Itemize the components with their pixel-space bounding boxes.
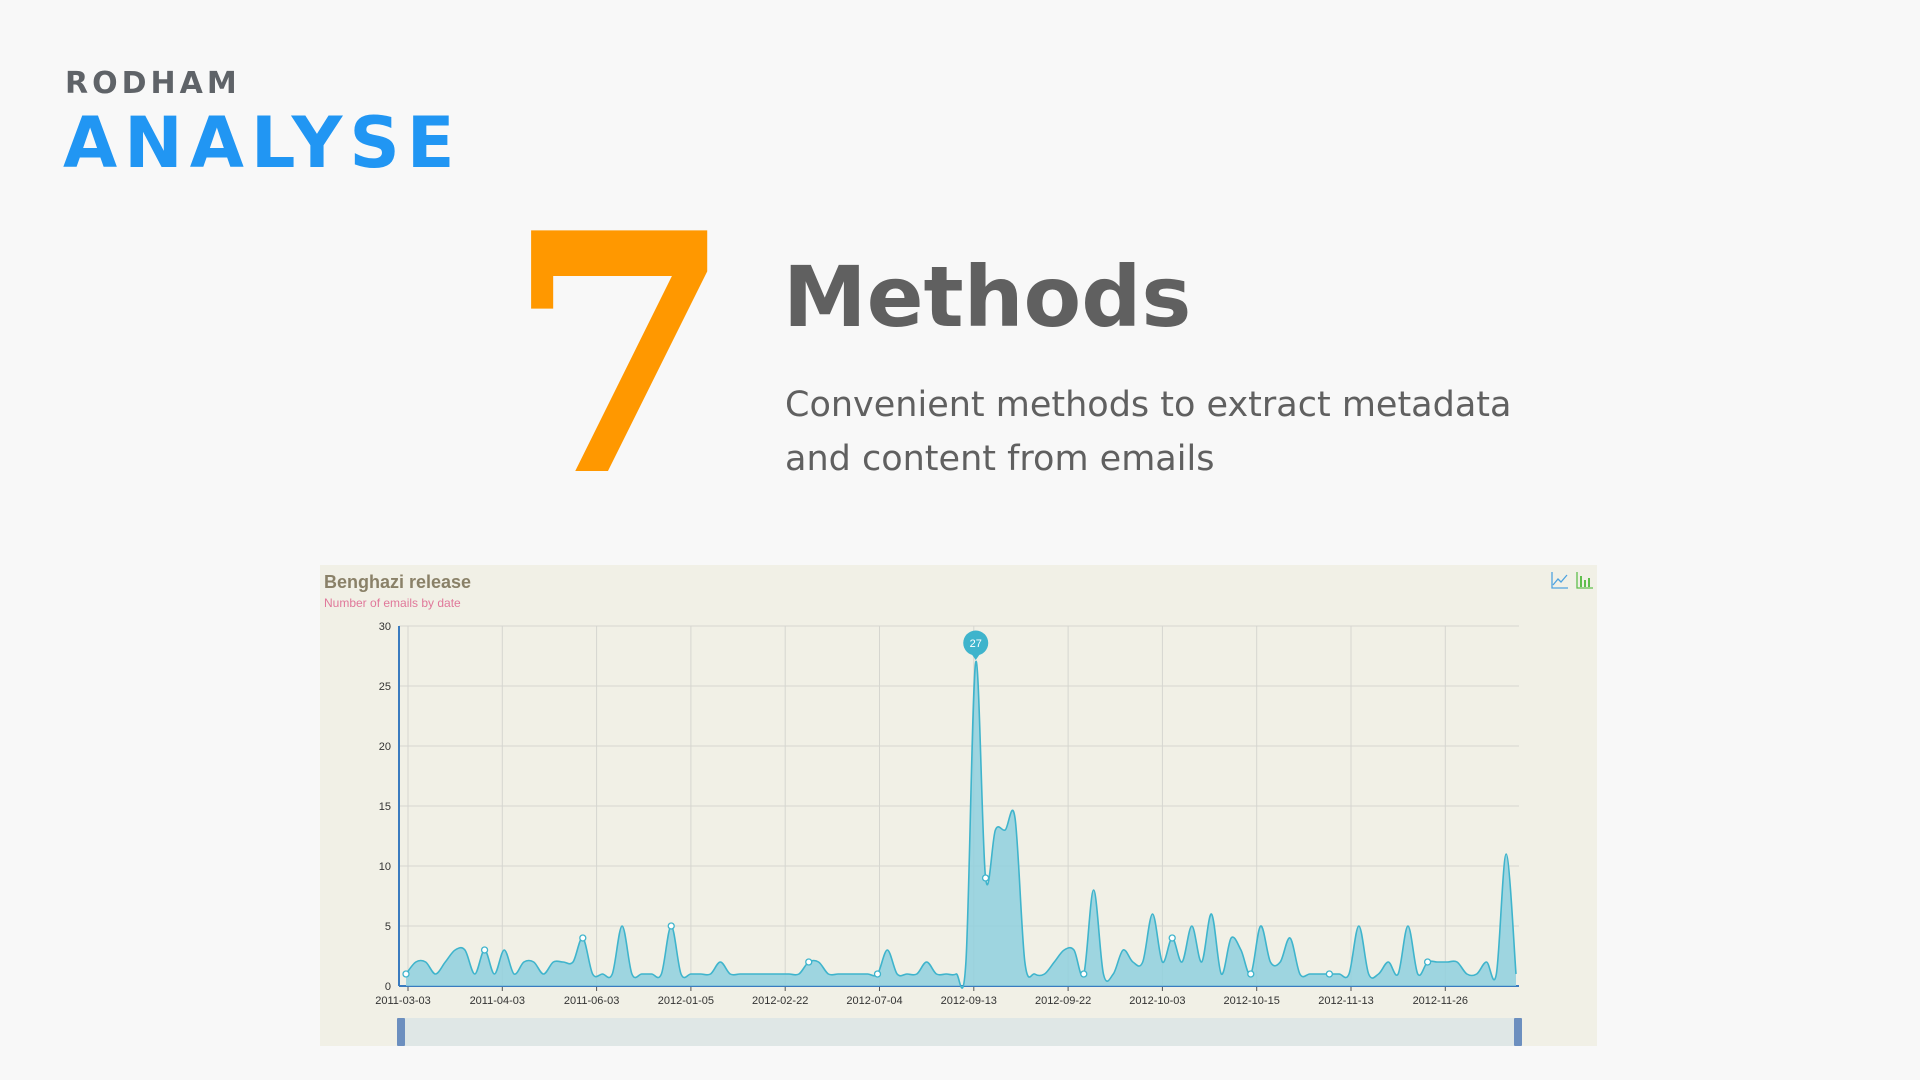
line-chart-icon[interactable] [1550, 570, 1570, 590]
bar-chart-icon[interactable] [1575, 570, 1595, 590]
area-chart: 0 5 10 15 20 25 30 2011-03-03 2011-04-03 2011-06-… [375, 621, 1522, 1046]
feature-description: Convenient methods to extract metadata a… [785, 385, 1512, 479]
y-tick-label: 10 [379, 861, 391, 873]
data-point [1325, 970, 1334, 978]
y-tick-label: 15 [379, 801, 391, 813]
y-tick-label: 25 [379, 681, 391, 693]
data-point [1080, 970, 1088, 978]
x-tick-label: 2011-03-03 [375, 995, 430, 1007]
data-point [402, 970, 410, 978]
data-point [981, 874, 990, 882]
data-point [1423, 958, 1432, 966]
data-point [805, 958, 813, 966]
x-tick-label: 2011-04-03 [470, 995, 525, 1007]
series-area [406, 661, 1516, 989]
chart-subtitle: Number of emails by date [324, 596, 461, 610]
x-tick-label: 2012-11-26 [1413, 995, 1468, 1007]
y-tick-label: 30 [379, 621, 391, 633]
brand-title: ANALYSE [63, 102, 462, 184]
x-tick-label: 2012-02-22 [752, 995, 808, 1007]
y-tick-label: 5 [385, 921, 391, 933]
feature-title: Methods [783, 248, 1192, 346]
data-point [1168, 934, 1176, 942]
chart-title: Benghazi release [324, 572, 472, 592]
x-tick-label: 2012-09-22 [1035, 995, 1091, 1007]
max-value-label: 27 [970, 638, 982, 650]
data-point [579, 934, 587, 942]
chart-panel: 0 5 10 15 20 25 30 2011-03-03 2011-04-03 2011-06-… [320, 565, 1597, 1046]
y-tick-label: 20 [379, 741, 391, 753]
x-tick-label: 2011-06-03 [564, 995, 619, 1007]
x-tick-label: 2012-09-13 [941, 995, 997, 1007]
range-navigator[interactable] [399, 1018, 1519, 1046]
x-tick-label: 2012-10-15 [1224, 995, 1280, 1007]
navigator-left-handle[interactable] [397, 1018, 405, 1046]
x-tick-label: 2012-01-05 [658, 995, 714, 1007]
y-tick-label: 0 [385, 981, 391, 993]
navigator-right-handle[interactable] [1514, 1018, 1522, 1046]
x-tick-label: 2012-07-04 [846, 995, 902, 1007]
data-point [1247, 970, 1255, 978]
x-tick-label: 2012-11-13 [1318, 995, 1373, 1007]
brand-subtitle: RODHAM [65, 66, 241, 101]
data-point [667, 922, 675, 930]
data-point [480, 946, 489, 954]
data-point [873, 970, 882, 978]
x-tick-label: 2012-10-03 [1129, 995, 1185, 1007]
series-line [405, 661, 1517, 989]
feature-number: 7 [505, 161, 735, 549]
